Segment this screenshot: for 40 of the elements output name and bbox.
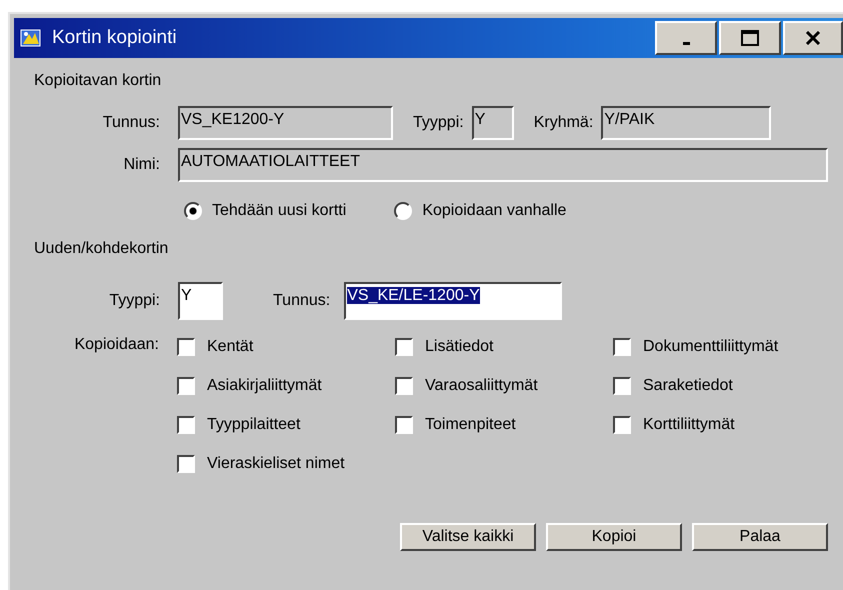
radio-label: Tehdään uusi kortti: [212, 202, 346, 220]
field-label: Nimi:: [122, 156, 160, 174]
minimize-button[interactable]: [655, 21, 717, 55]
checkbox-option[interactable]: Dokumenttiliittymät: [613, 336, 843, 358]
window-title: Kortin kopiointi: [52, 27, 177, 49]
input-field[interactable]: Y/PAIK: [601, 106, 772, 140]
app-icon: [20, 28, 42, 48]
field-label: Tunnus:: [273, 292, 330, 310]
checkbox-option[interactable]: Vieraskieliset nimet: [177, 453, 395, 475]
checkbox-option[interactable]: Kentät: [177, 336, 395, 358]
section-heading: Kopioitavan kortin: [34, 72, 162, 91]
field-label: Tunnus:: [102, 114, 160, 132]
input-field[interactable]: VS_KE1200-Y: [178, 106, 393, 140]
close-button[interactable]: [783, 21, 843, 55]
dialog-button[interactable]: Kopioi: [546, 523, 682, 551]
input-field[interactable]: Y: [178, 282, 223, 320]
radio-label: Kopioidaan vanhalle: [422, 202, 566, 220]
dialog-button[interactable]: Palaa: [692, 523, 828, 551]
checkbox-option[interactable]: Korttiliittymät: [613, 414, 843, 436]
close-icon: [805, 31, 821, 45]
radio-button[interactable]: [184, 202, 202, 220]
minimize-icon: [682, 42, 690, 44]
field-label: Kopioidaan:: [73, 336, 159, 355]
checkbox-option[interactable]: Varaosaliittymät: [395, 375, 613, 397]
checkbox-option[interactable]: Asiakirjaliittymät: [177, 375, 395, 397]
maximize-button[interactable]: [719, 21, 781, 55]
field-label: Kryhmä:: [534, 114, 594, 132]
field-label: Tyyppi:: [413, 114, 464, 132]
input-field[interactable]: AUTOMAATIOLAITTEET: [178, 148, 828, 182]
checkbox-option[interactable]: Lisätiedot: [395, 336, 613, 358]
maximize-icon: [741, 30, 759, 46]
dialog-button[interactable]: Valitse kaikki: [400, 523, 536, 551]
checkbox-option[interactable]: Toimenpiteet: [395, 414, 613, 436]
input-field[interactable]: Y: [472, 106, 514, 140]
radio-button[interactable]: [394, 202, 412, 220]
checkbox-option[interactable]: Saraketiedot: [613, 375, 843, 397]
section-heading: Uuden/kohdekortin: [34, 240, 170, 259]
checkbox-option[interactable]: Tyyppilaitteet: [177, 414, 395, 436]
field-label: Tyyppi:: [108, 292, 160, 310]
input-field[interactable]: VS_KE/LE-1200-Y: [344, 282, 562, 320]
